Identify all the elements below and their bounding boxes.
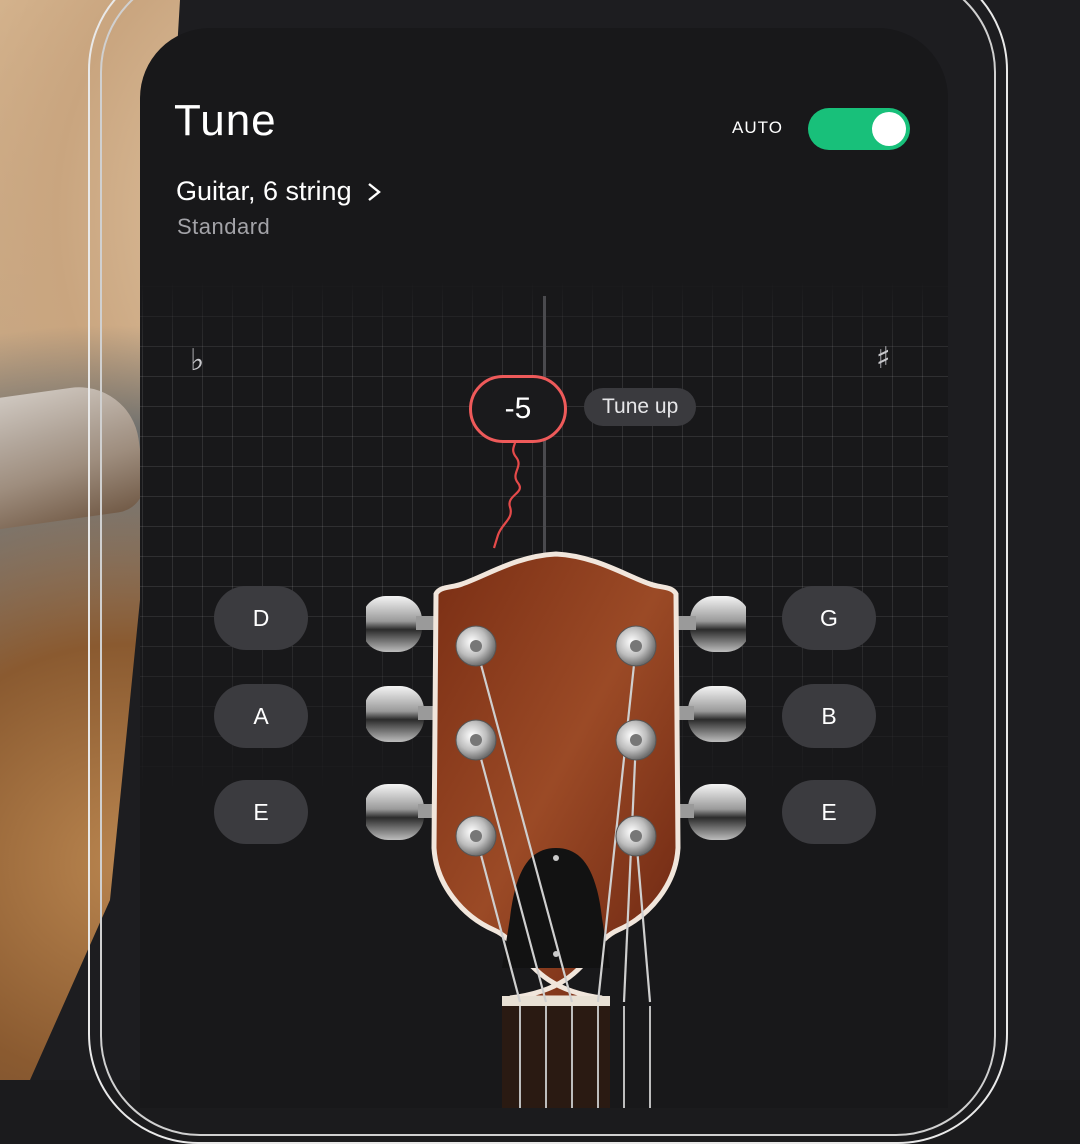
page-title: Tune [174, 96, 277, 145]
instrument-selector[interactable]: Guitar, 6 string [176, 176, 382, 207]
string-button-g[interactable]: G [782, 586, 876, 650]
instrument-name: Guitar, 6 string [176, 176, 352, 206]
string-button-a[interactable]: A [214, 684, 308, 748]
auto-toggle[interactable] [808, 108, 910, 150]
guitar-headstock-illustration [366, 551, 746, 1108]
chevron-right-icon [367, 182, 381, 201]
string-button-low-e[interactable]: E [214, 780, 308, 844]
string-button-high-e[interactable]: E [782, 780, 876, 844]
auto-label: AUTO [732, 118, 783, 137]
sharp-icon: ♯ [876, 341, 891, 376]
phone-screen: Tune AUTO Guitar, 6 string Standard ♭ ♯ … [140, 28, 948, 1108]
toggle-knob [872, 112, 906, 146]
string-button-b[interactable]: B [782, 684, 876, 748]
flat-icon: ♭ [190, 343, 205, 378]
string-button-d[interactable]: D [214, 586, 308, 650]
tune-hint: Tune up [584, 388, 697, 426]
cents-indicator: -5 [469, 375, 567, 443]
tuning-name: Standard [177, 214, 271, 239]
